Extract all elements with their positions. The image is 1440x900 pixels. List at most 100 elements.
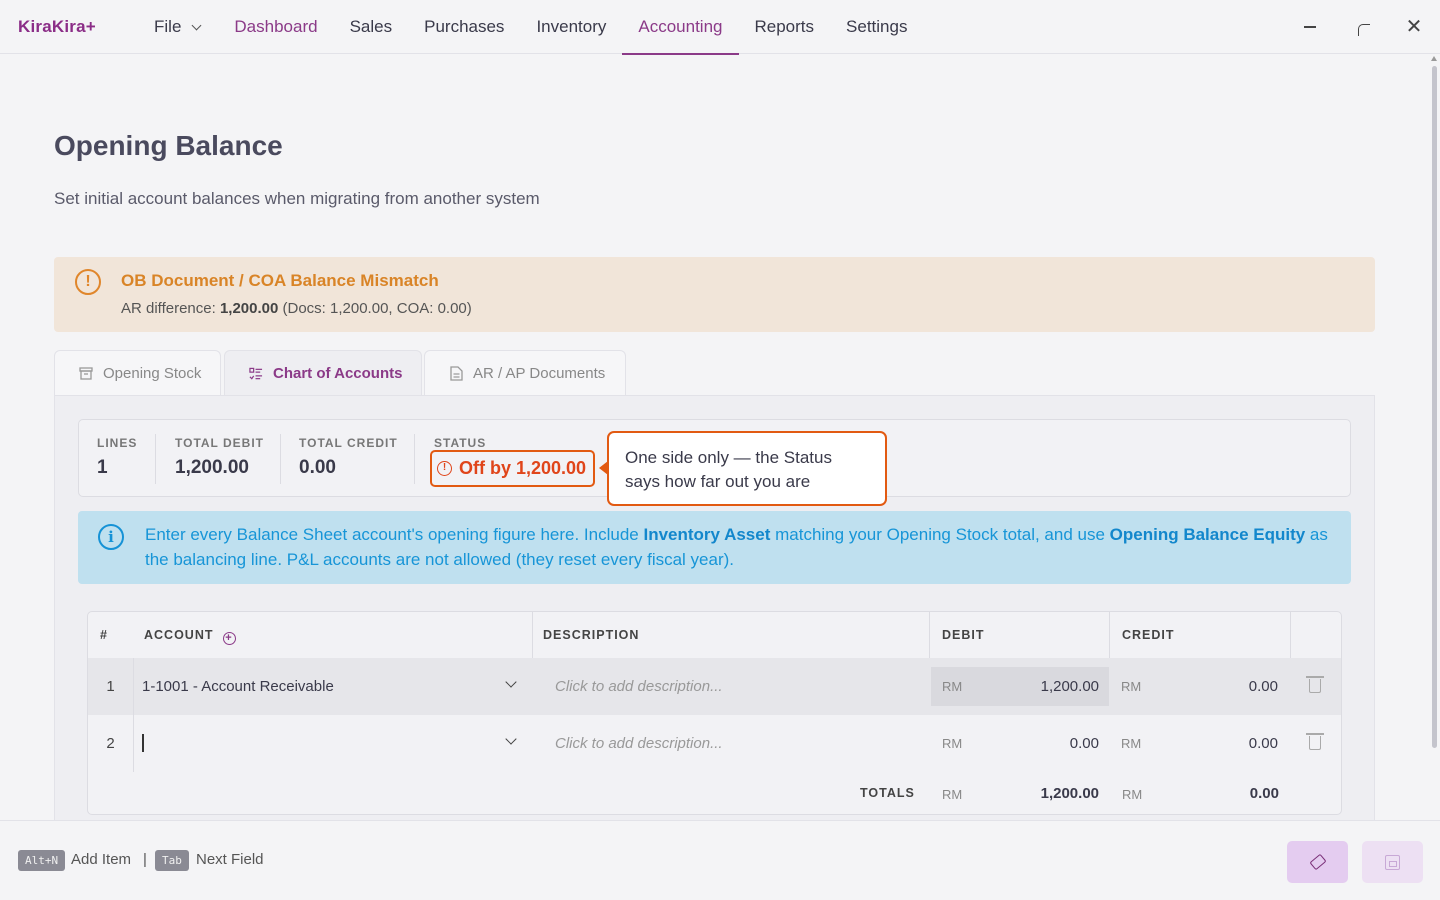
credit-input[interactable]: RM 0.00 <box>1110 667 1290 706</box>
nav-purchases[interactable]: Purchases <box>408 0 520 54</box>
page-title: Opening Balance <box>54 130 283 161</box>
table-row: 2 Click to add description... RM 0.00 RM… <box>88 715 1341 772</box>
nav-sales[interactable]: Sales <box>334 0 409 54</box>
nav-dashboard[interactable]: Dashboard <box>218 0 333 54</box>
chevron-down-icon[interactable] <box>505 733 517 745</box>
info-text-1: Enter every Balance Sheet account's open… <box>145 525 644 544</box>
debit-value: 1,200.00 <box>1040 678 1099 695</box>
minimize-icon <box>1304 26 1316 28</box>
column-header-account-label: ACCOUNT <box>144 628 214 642</box>
app-logo: KiraKira+ <box>18 17 96 36</box>
info-icon: i <box>98 524 124 550</box>
nav-settings[interactable]: Settings <box>830 0 923 54</box>
warning-title: OB Document / COA Balance Mismatch <box>121 271 439 290</box>
info-text: Enter every Balance Sheet account's open… <box>145 522 1335 572</box>
account-select[interactable] <box>133 715 532 772</box>
tab-chart-of-accounts[interactable]: Chart of Accounts <box>224 350 422 396</box>
stat-divider <box>155 434 156 484</box>
column-header-credit: CREDIT <box>1122 628 1175 642</box>
account-select-value: 1-1001 - Account Receivable <box>142 678 334 695</box>
currency-label: RM <box>1121 736 1142 751</box>
restore-icon <box>1358 24 1370 36</box>
shortcut-key-next-field: Tab <box>155 850 189 871</box>
total-credit-label: TOTAL CREDIT <box>299 436 398 450</box>
scroll-up-arrow-icon[interactable] <box>1431 56 1437 61</box>
chevron-down-icon[interactable] <box>505 676 517 688</box>
info-callout: i Enter every Balance Sheet account's op… <box>78 511 1351 584</box>
description-input[interactable]: Click to add description... <box>555 658 723 715</box>
vertical-scrollbar[interactable] <box>1430 56 1438 816</box>
status-value: Off by 1,200.00 <box>459 458 587 478</box>
nav-file-menu[interactable]: File <box>138 0 216 54</box>
warning-detail-value: 1,200.00 <box>219 300 279 317</box>
main-nav: File Dashboard Sales Purchases Inventory… <box>138 0 923 55</box>
page-subtitle: Set initial account balances when migrat… <box>54 189 540 208</box>
stat-divider <box>414 434 415 484</box>
nav-reports[interactable]: Reports <box>739 0 831 54</box>
status-badge: ! Off by 1,200.00 <box>430 450 595 487</box>
nav-accounting[interactable]: Accounting <box>622 0 739 55</box>
row-number: 1 <box>106 678 115 695</box>
currency-label: RM <box>942 679 963 694</box>
column-header-description: DESCRIPTION <box>543 628 640 642</box>
stat-divider <box>280 434 281 484</box>
nav-file-label: File <box>154 17 182 36</box>
tooltip-line-2: says how far out you are <box>625 472 811 491</box>
table-row: 1 1-1001 - Account Receivable Click to a… <box>88 658 1341 715</box>
tab-ar-ap-documents[interactable]: AR / AP Documents <box>424 350 626 396</box>
tab-ar-ap-documents-label: AR / AP Documents <box>473 365 606 382</box>
tooltip-line-1: One side only — the Status <box>625 448 832 467</box>
status-tooltip: One side only — the Status says how far … <box>607 431 887 506</box>
minimize-button[interactable] <box>1284 0 1336 54</box>
close-button[interactable]: ✕ <box>1388 0 1440 54</box>
row-number: 2 <box>106 735 115 752</box>
column-header-number: # <box>100 628 108 642</box>
debit-input[interactable]: RM 0.00 <box>931 724 1109 763</box>
shortcut-key-add-item: Alt+N <box>18 850 66 871</box>
list-icon <box>249 367 263 381</box>
top-bar: KiraKira+ File Dashboard Sales Purchases… <box>0 0 1440 55</box>
text-cursor <box>142 734 144 752</box>
document-icon <box>449 366 463 381</box>
totals-label: TOTALS <box>860 786 915 800</box>
journal-lines-table: # ACCOUNT + DESCRIPTION DEBIT CREDIT 1 1-… <box>87 611 1342 815</box>
info-bold-opening-balance-equity: Opening Balance Equity <box>1109 525 1306 544</box>
credit-value: 0.00 <box>1248 735 1278 752</box>
credit-value: 0.00 <box>1248 678 1278 695</box>
tab-opening-stock-label: Opening Stock <box>103 365 202 382</box>
add-account-icon[interactable]: + <box>222 632 236 645</box>
alert-icon: ! <box>437 461 452 476</box>
total-credit: 0.00 <box>1249 785 1279 802</box>
eraser-icon <box>1308 853 1327 871</box>
total-debit-label: TOTAL DEBIT <box>175 436 264 450</box>
warning-detail-prefix: AR difference: <box>121 300 220 317</box>
tab-opening-stock[interactable]: Opening Stock <box>54 350 221 396</box>
nav-inventory[interactable]: Inventory <box>520 0 622 54</box>
credit-input[interactable]: RM 0.00 <box>1110 724 1290 763</box>
shortcut-label-add-item: Add Item <box>71 851 132 868</box>
warning-detail: AR difference: 1,200.00 (Docs: 1,200.00,… <box>121 300 472 317</box>
clear-button[interactable] <box>1287 841 1348 883</box>
warning-detail-suffix: (Docs: 1,200.00, COA: 0.00) <box>278 300 472 317</box>
total-debit-value: 1,200.00 <box>175 457 249 478</box>
description-input[interactable]: Click to add description... <box>555 715 723 772</box>
currency-label: RM <box>942 787 963 802</box>
debit-input[interactable]: RM 1,200.00 <box>931 667 1109 706</box>
debit-value: 0.00 <box>1069 735 1099 752</box>
close-icon: ✕ <box>1405 16 1423 38</box>
chevron-down-icon <box>191 20 202 30</box>
account-select[interactable]: 1-1001 - Account Receivable <box>133 658 532 715</box>
scroll-thumb[interactable] <box>1432 66 1437 748</box>
trash-icon[interactable] <box>1306 733 1324 750</box>
trash-icon[interactable] <box>1306 676 1324 693</box>
restore-button[interactable] <box>1338 0 1390 54</box>
warning-icon: ! <box>75 269 101 295</box>
total-debit: 1,200.00 <box>1040 785 1099 802</box>
column-header-debit: DEBIT <box>942 628 985 642</box>
lines-value: 1 <box>97 457 108 478</box>
currency-label: RM <box>942 736 963 751</box>
save-button[interactable] <box>1362 841 1423 883</box>
tab-chart-of-accounts-label: Chart of Accounts <box>273 365 403 382</box>
currency-label: RM <box>1122 787 1143 802</box>
total-credit-value: 0.00 <box>299 457 336 478</box>
